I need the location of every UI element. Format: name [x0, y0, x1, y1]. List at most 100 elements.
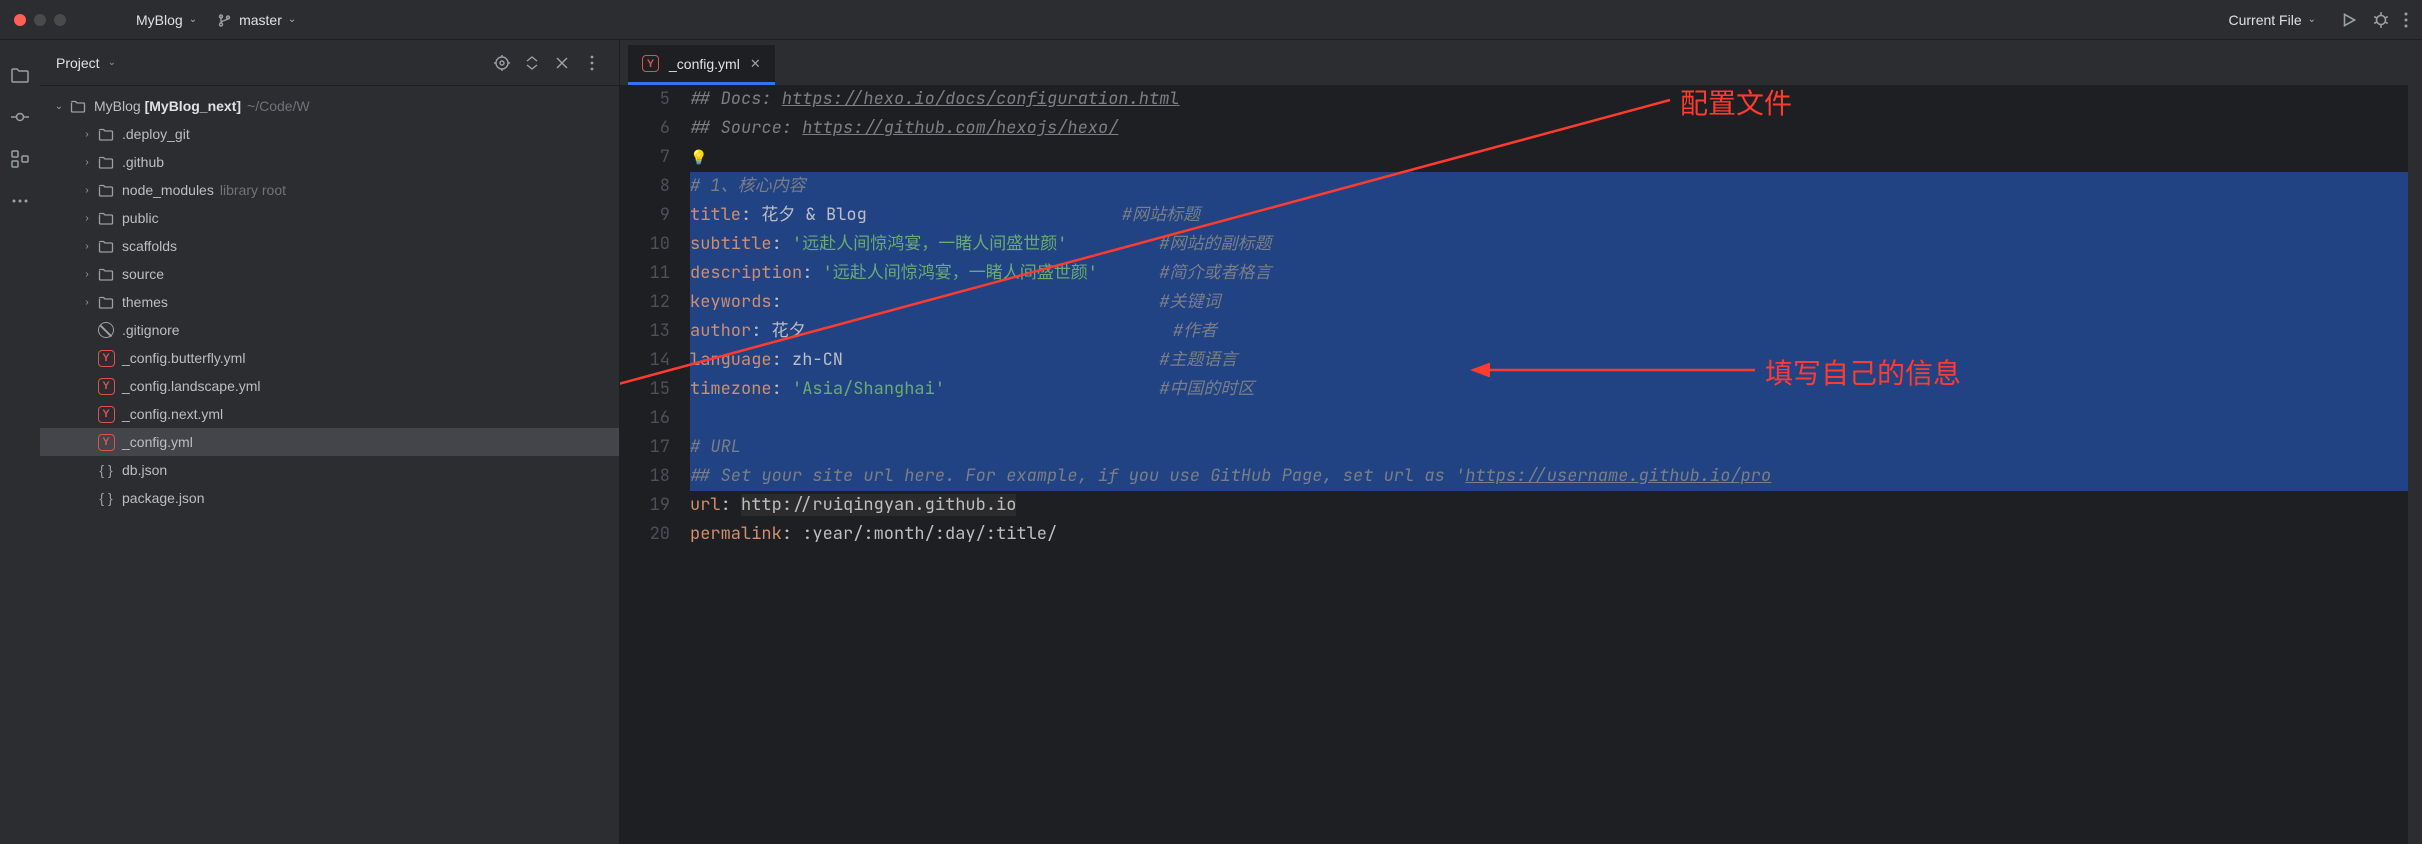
yaml-file-icon: Y — [96, 434, 116, 451]
code-line[interactable]: 18## Set your site url here. For example… — [620, 462, 2422, 491]
structure-tool-icon[interactable] — [9, 148, 31, 170]
line-content[interactable]: permalink: :year/:month/:day/:title/ — [690, 520, 2422, 549]
code-line[interactable]: 14language: zh-CN #主题语言 — [620, 346, 2422, 375]
line-content[interactable]: ## Source: https://github.com/hexojs/hex… — [690, 114, 2422, 143]
tree-item-label: _config.butterfly.yml — [122, 350, 245, 366]
line-content[interactable]: keywords: #关键词 — [690, 288, 2422, 317]
tab-config-yml[interactable]: Y _config.yml ✕ — [628, 45, 775, 85]
chevron-right-icon[interactable]: › — [78, 269, 96, 280]
editor-scrollbar[interactable] — [2408, 85, 2422, 844]
chevron-right-icon[interactable]: › — [78, 213, 96, 224]
tree-item--config-landscape-yml[interactable]: Y_config.landscape.yml — [40, 372, 619, 400]
tree-item--deploy-git[interactable]: › .deploy_git — [40, 120, 619, 148]
line-content[interactable]: ## Set your site url here. For example, … — [690, 462, 2422, 491]
line-content[interactable]: author: 花夕 #作者 — [690, 317, 2422, 346]
vcs-branch-selector[interactable]: master ⌄ — [207, 8, 306, 32]
code-line[interactable]: 16 — [620, 404, 2422, 433]
line-content[interactable]: description: '远赴人间惊鸿宴，一睹人间盛世颜' #简介或者格言 — [690, 259, 2422, 288]
code-line[interactable]: 19url: http://ruiqingyan.github.io — [620, 491, 2422, 520]
line-content[interactable]: ## Docs: https://hexo.io/docs/configurat… — [690, 85, 2422, 114]
line-content[interactable]: title: 花夕 & Blog #网站标题 — [690, 201, 2422, 230]
folder-icon — [96, 238, 116, 254]
commit-tool-icon[interactable] — [9, 106, 31, 128]
line-content[interactable]: 💡 — [690, 143, 2422, 172]
debug-icon[interactable] — [2372, 11, 2390, 29]
code-line[interactable]: 17# URL — [620, 433, 2422, 462]
chevron-down-icon: ⌄ — [2308, 14, 2316, 25]
tree-item-db-json[interactable]: { }db.json — [40, 456, 619, 484]
line-content[interactable]: timezone: 'Asia/Shanghai' #中国的时区 — [690, 375, 2422, 404]
project-tool-icon[interactable] — [9, 64, 31, 86]
line-number: 17 — [620, 433, 690, 462]
folder-icon — [96, 294, 116, 310]
project-selector[interactable]: MyBlog ⌄ — [126, 8, 207, 32]
code-line[interactable]: 15timezone: 'Asia/Shanghai' #中国的时区 — [620, 375, 2422, 404]
tree-item--github[interactable]: › .github — [40, 148, 619, 176]
code-line[interactable]: 10subtitle: '远赴人间惊鸿宴，一睹人间盛世颜' #网站的副标题 — [620, 230, 2422, 259]
code-line[interactable]: 20permalink: :year/:month/:day/:title/ — [620, 520, 2422, 549]
line-number: 19 — [620, 491, 690, 520]
run-config-selector[interactable]: Current File ⌄ — [2218, 8, 2326, 32]
code-line[interactable]: 12keywords: #关键词 — [620, 288, 2422, 317]
collapse-icon[interactable] — [551, 52, 573, 74]
chevron-down-icon[interactable]: ⌄ — [50, 101, 68, 112]
tree-item-scaffolds[interactable]: ›scaffolds — [40, 232, 619, 260]
line-content[interactable]: subtitle: '远赴人间惊鸿宴，一睹人间盛世颜' #网站的副标题 — [690, 230, 2422, 259]
titlebar: MyBlog ⌄ master ⌄ Current File ⌄ — [0, 0, 2422, 40]
more-tool-icon[interactable] — [9, 190, 31, 212]
line-number: 18 — [620, 462, 690, 491]
line-number: 8 — [620, 172, 690, 201]
line-content[interactable] — [690, 404, 2422, 433]
tree-item-label: node_modules — [122, 182, 214, 198]
tree-item-label: db.json — [122, 462, 167, 478]
more-icon[interactable] — [2404, 11, 2408, 29]
code-line[interactable]: 7💡 — [620, 143, 2422, 172]
tree-item-label: .github — [122, 154, 164, 170]
chevron-right-icon[interactable]: › — [78, 185, 96, 196]
close-tab-icon[interactable]: ✕ — [750, 56, 761, 72]
tree-root[interactable]: ⌄ MyBlog [MyBlog_next] ~/Code/W — [40, 92, 619, 120]
branch-name: master — [239, 12, 282, 28]
close-window-button[interactable] — [14, 14, 26, 26]
line-content[interactable]: # URL — [690, 433, 2422, 462]
tree-item-public[interactable]: ›public — [40, 204, 619, 232]
tree-item-themes[interactable]: ›themes — [40, 288, 619, 316]
folder-icon — [96, 266, 116, 282]
chevron-right-icon[interactable]: › — [78, 157, 96, 168]
chevron-right-icon[interactable]: › — [78, 297, 96, 308]
tree-item-package-json[interactable]: { }package.json — [40, 484, 619, 512]
select-opened-file-icon[interactable] — [491, 52, 513, 74]
tree-item-label: .deploy_git — [122, 126, 190, 142]
line-content[interactable]: language: zh-CN #主题语言 — [690, 346, 2422, 375]
line-content[interactable]: # 1、核心内容 — [690, 172, 2422, 201]
chevron-down-icon[interactable]: ⌄ — [108, 57, 116, 68]
code-line[interactable]: 11description: '远赴人间惊鸿宴，一睹人间盛世颜' #简介或者格言 — [620, 259, 2422, 288]
code-editor[interactable]: 5## Docs: https://hexo.io/docs/configura… — [620, 85, 2422, 844]
yaml-file-icon: Y — [96, 406, 116, 423]
yaml-file-icon: Y — [642, 55, 659, 72]
branch-icon — [217, 12, 233, 28]
file-tree[interactable]: ⌄ MyBlog [MyBlog_next] ~/Code/W › .deploy… — [40, 86, 619, 518]
tab-label: _config.yml — [669, 56, 740, 72]
chevron-right-icon[interactable]: › — [78, 241, 96, 252]
tree-item-label: _config.yml — [122, 434, 193, 450]
tree-item-node-modules[interactable]: ›node_moduleslibrary root — [40, 176, 619, 204]
play-icon[interactable] — [2340, 11, 2358, 29]
tree-item--config-yml[interactable]: Y _config.yml — [40, 428, 619, 456]
tree-item--gitignore[interactable]: .gitignore — [40, 316, 619, 344]
tree-item--config-next-yml[interactable]: Y_config.next.yml — [40, 400, 619, 428]
code-line[interactable]: 6## Source: https://github.com/hexojs/he… — [620, 114, 2422, 143]
code-line[interactable]: 5## Docs: https://hexo.io/docs/configura… — [620, 85, 2422, 114]
code-line[interactable]: 9title: 花夕 & Blog #网站标题 — [620, 201, 2422, 230]
tree-item-source[interactable]: ›source — [40, 260, 619, 288]
tree-item--config-butterfly-yml[interactable]: Y _config.butterfly.yml — [40, 344, 619, 372]
minimize-window-button[interactable] — [34, 14, 46, 26]
yaml-file-icon: Y — [96, 350, 116, 367]
code-line[interactable]: 13author: 花夕 #作者 — [620, 317, 2422, 346]
maximize-window-button[interactable] — [54, 14, 66, 26]
chevron-right-icon[interactable]: › — [78, 129, 96, 140]
code-line[interactable]: 8# 1、核心内容 — [620, 172, 2422, 201]
line-content[interactable]: url: http://ruiqingyan.github.io — [690, 491, 2422, 520]
expand-all-icon[interactable] — [521, 52, 543, 74]
more-icon[interactable] — [581, 52, 603, 74]
